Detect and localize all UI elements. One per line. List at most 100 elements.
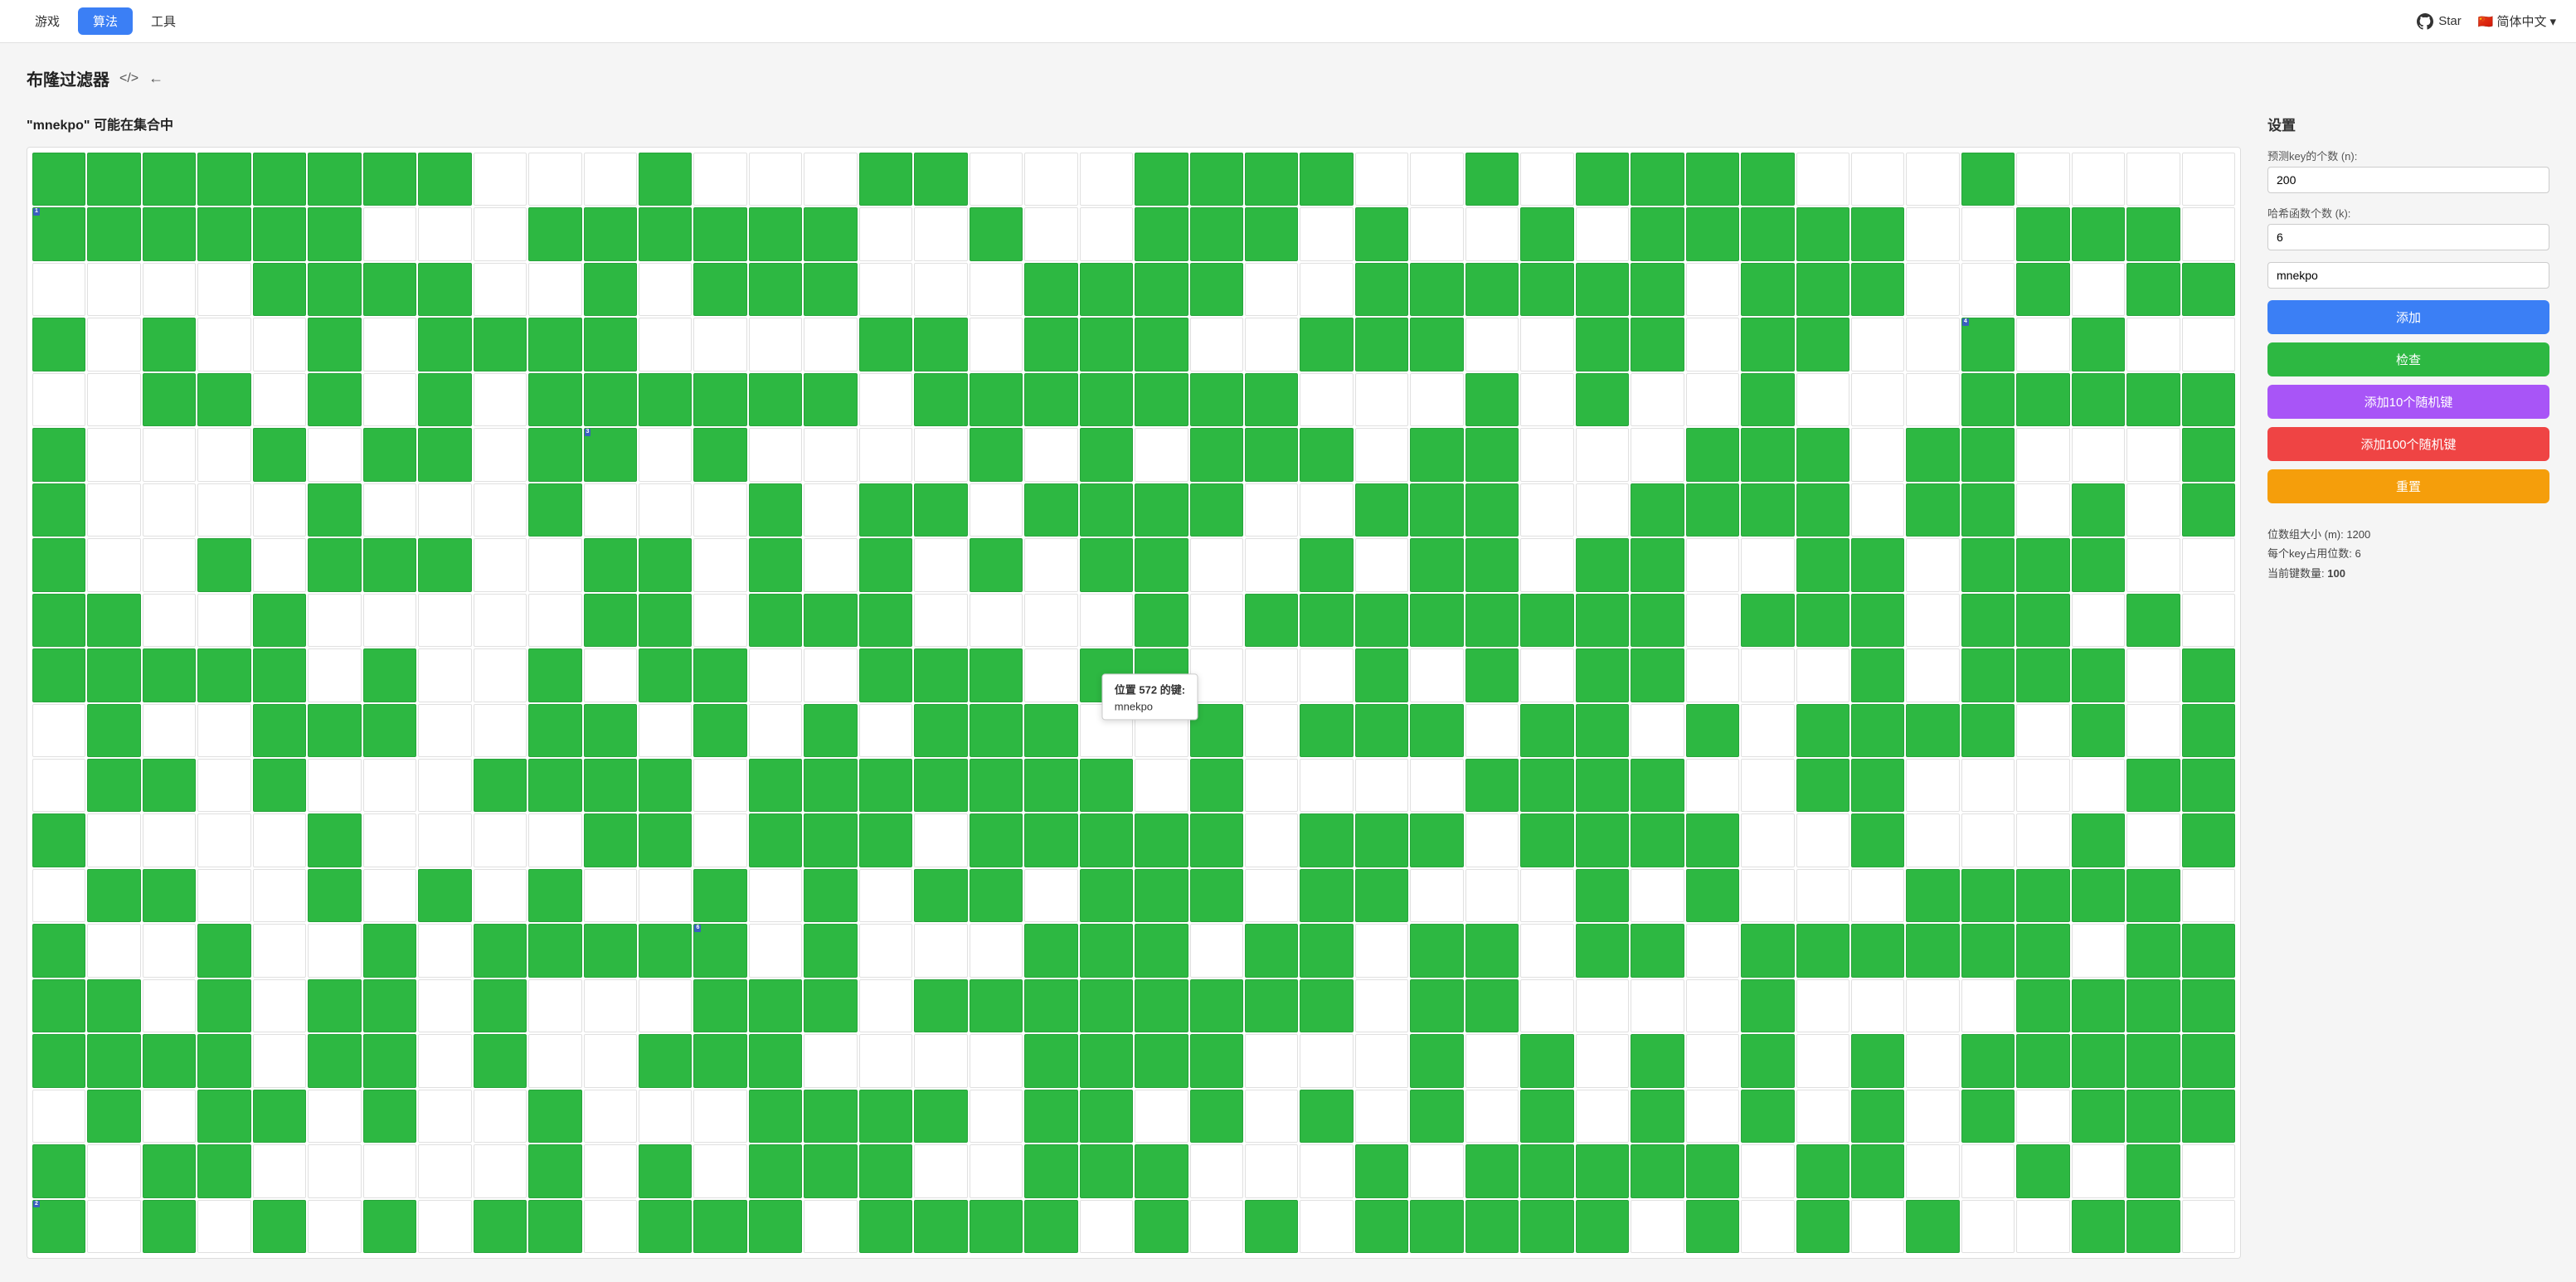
grid-cell (1576, 373, 1629, 426)
grid-cell (418, 373, 471, 426)
star-button[interactable]: Star (2417, 13, 2462, 30)
grid-cell (584, 153, 637, 206)
grid-cell (1961, 1034, 2015, 1087)
nav-game[interactable]: 游戏 (20, 7, 75, 35)
grid-cell (2182, 318, 2235, 371)
grid-cell (1080, 373, 1133, 426)
grid-cell (1741, 704, 1794, 757)
grid-cell (2182, 538, 2235, 591)
grid-cell (1135, 318, 1188, 371)
grid-cell (1410, 1144, 1463, 1197)
grid-cell (1245, 704, 1298, 757)
grid-cell (1576, 594, 1629, 647)
grid-cell (1135, 263, 1188, 316)
grid-cell (639, 428, 692, 481)
grid-cell (1465, 373, 1519, 426)
grid-cell (1465, 813, 1519, 867)
grid-cell (197, 648, 250, 702)
grid-cell (2182, 594, 2235, 647)
grid-cell (1410, 373, 1463, 426)
grid-cell (804, 924, 857, 977)
grid-cell (1024, 263, 1077, 316)
bloom-grid: 14362 (27, 148, 2240, 1258)
grid-cell (1686, 1200, 1739, 1253)
nav-algo[interactable]: 算法 (78, 7, 133, 35)
grid-cell (1355, 704, 1408, 757)
grid-cell (970, 207, 1023, 260)
grid-cell (2126, 428, 2180, 481)
grid-cell (418, 153, 471, 206)
grid-cell (859, 759, 912, 812)
code-icon[interactable]: </> (119, 71, 139, 86)
grid-cell (1796, 1144, 1849, 1197)
grid-cell (1851, 1090, 1904, 1143)
grid-cell (363, 869, 416, 922)
grid-cell (749, 1200, 802, 1253)
grid-cell (804, 153, 857, 206)
grid-cell (639, 869, 692, 922)
grid-cell (308, 924, 361, 977)
grid-cell (1355, 648, 1408, 702)
grid-cell (1300, 153, 1353, 206)
grid-cell (693, 979, 746, 1032)
grid-cell (639, 648, 692, 702)
grid-cell (418, 207, 471, 260)
grid-cell (474, 1200, 527, 1253)
reset-button[interactable]: 重置 (2267, 469, 2549, 503)
key-input[interactable] (2267, 262, 2549, 289)
grid-cell (143, 1034, 196, 1087)
k-input[interactable] (2267, 224, 2549, 250)
grid-cell (1024, 1200, 1077, 1253)
grid-cell (1631, 153, 1684, 206)
add100-button[interactable]: 添加100个随机键 (2267, 427, 2549, 461)
grid-cell (970, 813, 1023, 867)
grid-cell (363, 648, 416, 702)
grid-cell (197, 759, 250, 812)
grid-cell (2072, 153, 2125, 206)
grid-cell (914, 1200, 967, 1253)
grid-cell (639, 704, 692, 757)
lang-selector[interactable]: 🇨🇳 简体中文 ▾ (2478, 12, 2556, 30)
add-button[interactable]: 添加 (2267, 300, 2549, 334)
grid-cell (1520, 979, 1573, 1032)
grid-cell (2072, 538, 2125, 591)
grid-cell (308, 1034, 361, 1087)
grid-cell (584, 648, 637, 702)
grid-cell (970, 869, 1023, 922)
grid-cell (363, 1034, 416, 1087)
grid-cell (1245, 1034, 1298, 1087)
grid-cell (1080, 1200, 1133, 1253)
grid-cell (639, 813, 692, 867)
grid-cell (1741, 538, 1794, 591)
grid-cell (1410, 869, 1463, 922)
grid-cell (1135, 648, 1188, 702)
check-button[interactable]: 检查 (2267, 342, 2549, 376)
grid-cell (308, 538, 361, 591)
grid-cell (1190, 704, 1243, 757)
grid-cell (1190, 373, 1243, 426)
grid-cell (418, 594, 471, 647)
grid-cell (143, 483, 196, 537)
grid-cell (693, 1034, 746, 1087)
grid-cell (1355, 263, 1408, 316)
grid-cell (1520, 263, 1573, 316)
back-button[interactable]: ← (148, 70, 163, 87)
grid-cell (528, 648, 581, 702)
grid-cell (1135, 1090, 1188, 1143)
grid-cell (1741, 263, 1794, 316)
grid-cell (1465, 1200, 1519, 1253)
grid-cell (87, 1034, 140, 1087)
grid-cell (1520, 813, 1573, 867)
grid-cell (2072, 594, 2125, 647)
grid-cell (1355, 979, 1408, 1032)
grid-cell (1741, 594, 1794, 647)
grid-cell (2126, 648, 2180, 702)
n-input[interactable] (2267, 167, 2549, 193)
grid-cell (2126, 1144, 2180, 1197)
grid-cell (1851, 924, 1904, 977)
nav-tools[interactable]: 工具 (136, 7, 191, 35)
grid-cell (1576, 1034, 1629, 1087)
add10-button[interactable]: 添加10个随机键 (2267, 385, 2549, 419)
grid-cell (1190, 318, 1243, 371)
grid-cell (804, 1144, 857, 1197)
